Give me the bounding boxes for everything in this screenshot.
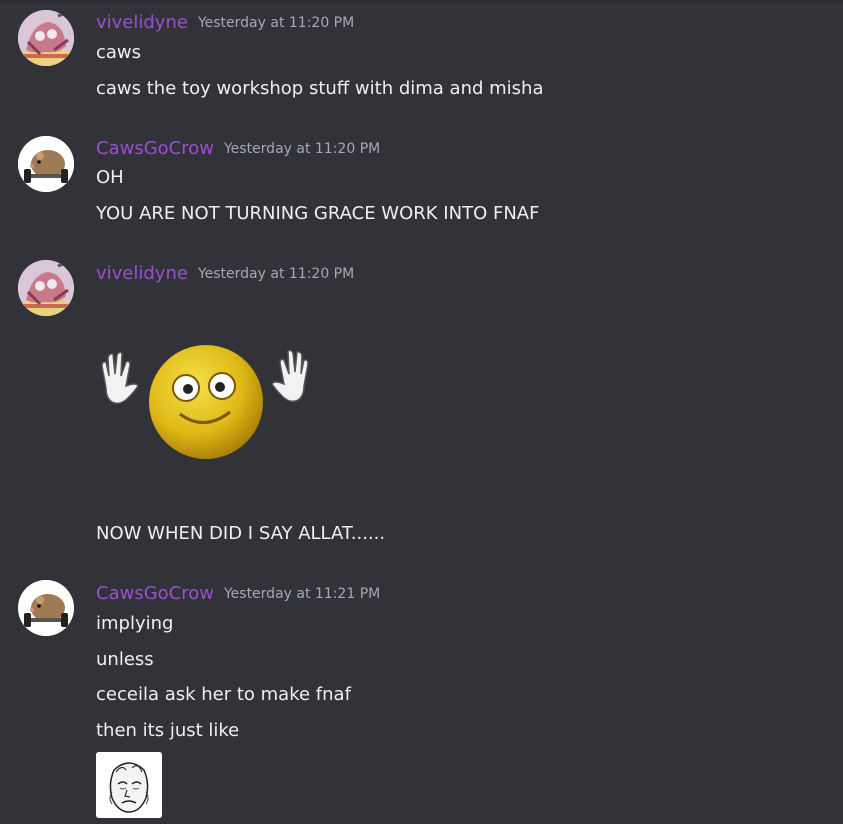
message-header: CawsGoCrow Yesterday at 11:21 PM bbox=[96, 583, 380, 605]
timestamp[interactable]: Yesterday at 11:20 PM bbox=[198, 15, 354, 31]
left-hand-icon bbox=[101, 351, 139, 405]
message-text: caws the toy workshop stuff with dima an… bbox=[96, 78, 544, 99]
right-hand-icon bbox=[271, 349, 309, 403]
waving-smiley-emoji[interactable] bbox=[96, 340, 318, 460]
message-text: unless bbox=[96, 649, 154, 670]
tired-face-meme-thumbnail[interactable] bbox=[96, 752, 162, 818]
smiley-face-icon bbox=[149, 345, 263, 459]
top-edge bbox=[0, 0, 843, 3]
username[interactable]: CawsGoCrow bbox=[96, 138, 214, 159]
message-header: vivelidyne Yesterday at 11:20 PM bbox=[96, 263, 354, 285]
timestamp[interactable]: Yesterday at 11:21 PM bbox=[224, 586, 380, 602]
message-text: caws bbox=[96, 42, 142, 63]
timestamp[interactable]: Yesterday at 11:20 PM bbox=[198, 266, 354, 282]
message-text: NOW WHEN DID I SAY ALLAT...... bbox=[96, 523, 386, 544]
message-text: YOU ARE NOT TURNING GRACE WORK INTO FNAF bbox=[96, 203, 540, 224]
message-text: ceceila ask her to make fnaf bbox=[96, 684, 351, 705]
message-header: vivelidyne Yesterday at 11:20 PM bbox=[96, 12, 354, 34]
avatar[interactable] bbox=[18, 136, 74, 192]
avatar[interactable] bbox=[18, 580, 74, 636]
avatar[interactable] bbox=[18, 260, 74, 316]
timestamp[interactable]: Yesterday at 11:20 PM bbox=[224, 141, 380, 157]
username[interactable]: vivelidyne bbox=[96, 263, 188, 284]
username[interactable]: CawsGoCrow bbox=[96, 583, 214, 604]
message-header: CawsGoCrow Yesterday at 11:20 PM bbox=[96, 138, 380, 160]
message-text: implying bbox=[96, 613, 174, 634]
username[interactable]: vivelidyne bbox=[96, 12, 188, 33]
avatar[interactable] bbox=[18, 10, 74, 66]
message-text: OH bbox=[96, 167, 124, 188]
message-text: then its just like bbox=[96, 720, 240, 741]
